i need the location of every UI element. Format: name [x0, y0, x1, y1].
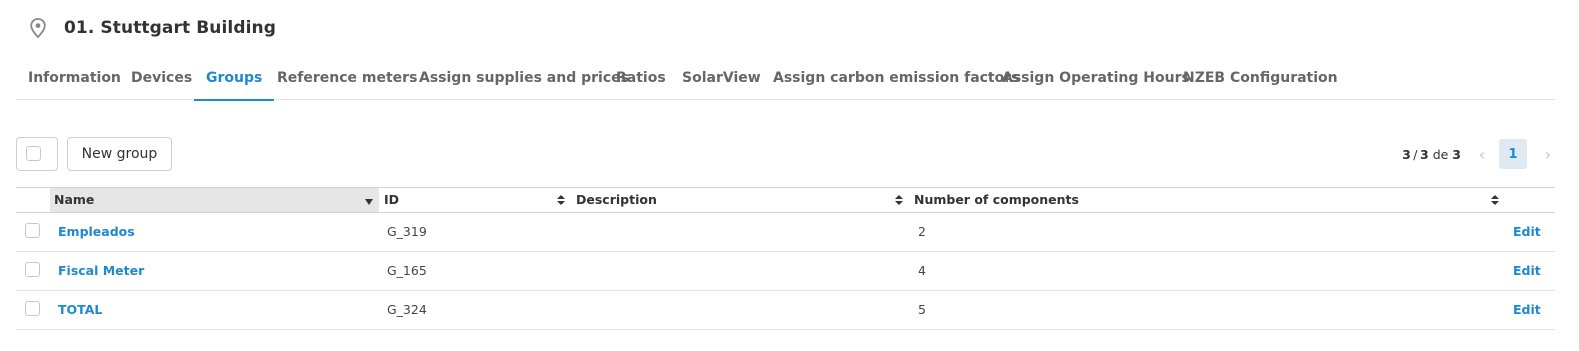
edit-link[interactable]: Edit: [1513, 252, 1541, 290]
tab-information[interactable]: Information: [28, 60, 121, 100]
sort-icon: [557, 195, 565, 205]
edit-link[interactable]: Edit: [1513, 213, 1541, 251]
group-name-link[interactable]: TOTAL: [58, 291, 102, 329]
pagination-count: 3 / 3 de 3: [1402, 146, 1461, 162]
column-header-name[interactable]: Name: [50, 188, 379, 212]
column-header-number-of-components[interactable]: Number of components: [908, 188, 1508, 212]
pagination: 3 / 3 de 3 ‹ 1 ›: [1402, 139, 1555, 169]
column-header-id-label: ID: [384, 192, 400, 207]
chevron-left-icon[interactable]: ‹: [1475, 139, 1489, 169]
group-components-count: 4: [918, 263, 926, 278]
tab-devices[interactable]: Devices: [131, 60, 192, 100]
tab-assign-supplies-and-prices[interactable]: Assign supplies and prices: [419, 60, 629, 100]
select-all-checkbox-button[interactable]: [16, 137, 58, 171]
row-checkbox[interactable]: [25, 301, 40, 316]
group-name-link[interactable]: Empleados: [58, 213, 135, 251]
group-id: G_319: [387, 224, 427, 239]
tab-nzeb-configuration[interactable]: NZEB Configuration: [1183, 60, 1338, 100]
row-checkbox[interactable]: [25, 262, 40, 277]
page-header: 01. Stuttgart Building: [28, 14, 276, 42]
column-header-description[interactable]: Description: [572, 188, 908, 212]
sort-icon: [1491, 195, 1499, 205]
location-pin-icon: [28, 16, 48, 40]
sort-desc-icon: [365, 199, 373, 205]
group-name-link[interactable]: Fiscal Meter: [58, 252, 144, 290]
group-components-count: 2: [918, 224, 926, 239]
column-header-id[interactable]: ID: [379, 188, 572, 212]
table-header: Name ID Description Number of components: [16, 187, 1555, 213]
sort-icon: [895, 195, 903, 205]
edit-link[interactable]: Edit: [1513, 291, 1541, 329]
page-title: 01. Stuttgart Building: [64, 18, 277, 38]
table-row: TOTAL G_324 5 Edit: [16, 291, 1555, 330]
column-header-components-label: Number of components: [914, 192, 1079, 207]
tab-assign-carbon-emission-factors[interactable]: Assign carbon emission factors: [773, 60, 1019, 100]
tab-assign-operating-hours[interactable]: Assign Operating Hours: [1002, 60, 1190, 100]
table-row: Empleados G_319 2 Edit: [16, 213, 1555, 252]
tab-solarview[interactable]: SolarView: [682, 60, 761, 100]
tab-reference-meters[interactable]: Reference meters: [277, 60, 417, 100]
tab-groups[interactable]: Groups: [193, 60, 275, 101]
pagination-shown: 3: [1402, 146, 1411, 162]
select-all-checkbox[interactable]: [26, 146, 41, 161]
group-components-count: 5: [918, 302, 926, 317]
groups-table: Name ID Description Number of components…: [16, 187, 1555, 330]
new-group-button[interactable]: New group: [67, 137, 172, 171]
group-id: G_165: [387, 263, 427, 278]
pagination-total-shown: 3: [1420, 146, 1429, 162]
pagination-total: 3: [1452, 146, 1461, 162]
table-row: Fiscal Meter G_165 4 Edit: [16, 252, 1555, 291]
pagination-of-label: de: [1432, 146, 1449, 162]
chevron-right-icon[interactable]: ›: [1541, 139, 1555, 169]
column-header-description-label: Description: [576, 192, 657, 207]
page-button-current[interactable]: 1: [1499, 139, 1527, 169]
tab-ratios[interactable]: Ratios: [616, 60, 666, 100]
tab-bar: Information Devices Groups Reference met…: [16, 60, 1555, 101]
column-header-name-label: Name: [54, 192, 95, 207]
group-id: G_324: [387, 302, 427, 317]
row-checkbox[interactable]: [25, 223, 40, 238]
